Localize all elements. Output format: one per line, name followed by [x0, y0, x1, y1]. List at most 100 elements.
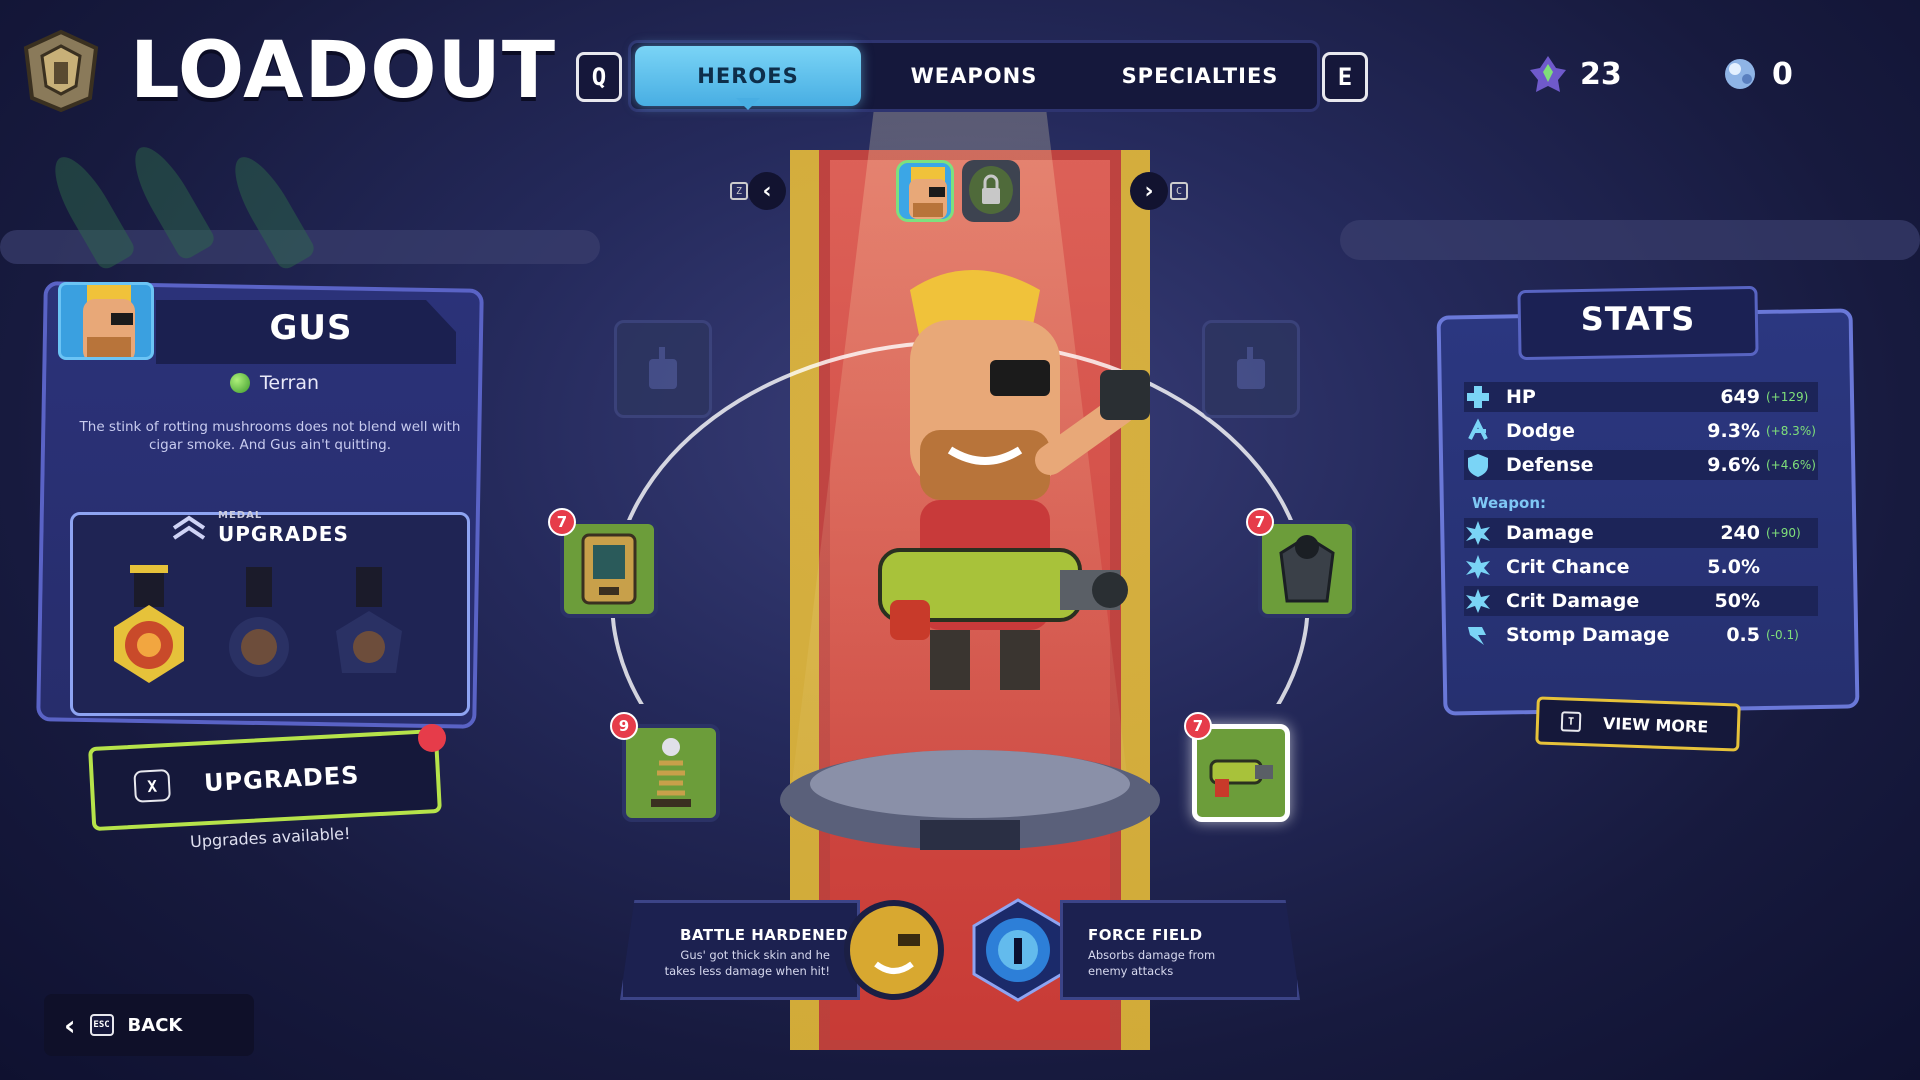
stat-label: Stomp Damage: [1506, 624, 1670, 646]
tab-specialties[interactable]: SPECIALTIES: [1087, 46, 1313, 106]
gus-portrait-icon: [83, 285, 135, 357]
prev-tab-key[interactable]: Q: [576, 52, 622, 102]
stat-bonus: (+129): [1766, 390, 1809, 404]
slot-level-badge: 7: [1246, 508, 1274, 536]
stat-bonus: (+4.6%): [1766, 458, 1816, 472]
slot-level-badge: 7: [548, 508, 576, 536]
stat-value: 9.6%: [1707, 454, 1760, 476]
stat-row-crit-damage: Crit Damage 50%: [1464, 586, 1818, 616]
locked-medal-icon[interactable]: [324, 565, 414, 685]
blaster-icon: [1209, 759, 1273, 797]
dodge-icon: [1468, 418, 1488, 440]
lock-icon: [969, 166, 1013, 214]
force-field-icon[interactable]: [966, 898, 1070, 1002]
view-more-label: VIEW MORE: [1602, 713, 1709, 736]
hero-name: GUS: [269, 308, 353, 348]
damage-burst-icon: [1466, 521, 1490, 545]
hero-portrait: [58, 282, 154, 360]
stat-bonus: (-0.1): [1766, 628, 1799, 642]
background-pipe: [1340, 220, 1920, 260]
upgrades-key: X: [133, 768, 171, 803]
stat-value: 0.5: [1726, 624, 1760, 646]
weapon-stats-heading: Weapon:: [1472, 494, 1547, 512]
page-title: LOADOUT: [130, 26, 557, 116]
equipment-slot-empty[interactable]: [1202, 320, 1300, 418]
view-more-button[interactable]: T VIEW MORE: [1535, 696, 1741, 752]
orb-currency-icon: [1725, 59, 1755, 89]
crit-burst-icon: [1466, 555, 1490, 579]
back-arrow-icon: ‹: [64, 1008, 76, 1042]
stomp-icon: [1468, 627, 1486, 645]
view-more-key: T: [1560, 711, 1582, 733]
currency-secondary: 0: [1720, 54, 1793, 94]
equipment-slot-device[interactable]: [560, 520, 658, 618]
stat-label: Dodge: [1506, 420, 1575, 442]
stat-value: 9.3%: [1707, 420, 1760, 442]
stats-title: STATS: [1580, 300, 1696, 338]
stat-row-stomp-damage: Stomp Damage 0.5 (-0.1): [1464, 620, 1818, 650]
notification-dot: [418, 724, 446, 752]
hero-thumb-gus[interactable]: [896, 160, 954, 222]
medal-upgrades-title: UPGRADES: [218, 522, 349, 546]
equipment-slot-armor[interactable]: [1258, 520, 1356, 618]
hero-race-label: Terran: [260, 372, 320, 394]
gus-face-icon: [909, 167, 947, 219]
stat-row-crit-chance: Crit Chance 5.0%: [1464, 552, 1818, 582]
stat-row-damage: Damage 240 (+90): [1464, 518, 1818, 548]
empty-slot-icon: [649, 347, 677, 389]
rank-chevron-icon: [172, 515, 206, 540]
loadout-helmet-icon: [23, 29, 99, 112]
empty-slot-icon: [1237, 347, 1265, 389]
stat-value: 649: [1720, 386, 1760, 408]
gold-medal-icon[interactable]: [104, 565, 194, 685]
next-hero-arrow-icon[interactable]: ›: [1130, 172, 1168, 210]
upgrades-button-label: UPGRADES: [203, 761, 361, 798]
terran-race-icon: [230, 373, 250, 393]
upgrades-button[interactable]: X UPGRADES: [88, 728, 442, 832]
device-icon: [581, 533, 637, 605]
prev-hero-arrow-icon[interactable]: ‹: [748, 172, 786, 210]
back-button[interactable]: ‹ ESC BACK: [44, 994, 254, 1056]
next-tab-key[interactable]: E: [1322, 52, 1368, 102]
stat-value: 5.0%: [1707, 556, 1760, 578]
hero-race: Terran: [230, 372, 319, 394]
stat-label: HP: [1506, 386, 1536, 408]
slot-level-badge: 7: [1184, 712, 1212, 740]
crystal-currency-icon: [1530, 56, 1566, 92]
stat-row-hp: HP 649 (+129): [1464, 382, 1818, 412]
locked-medal-icon[interactable]: [214, 565, 304, 685]
stat-label: Damage: [1506, 522, 1594, 544]
equipment-slot-spring[interactable]: [622, 724, 720, 822]
medal-caption: MEDAL: [218, 510, 263, 521]
hero-bio: The stink of rotting mushrooms does not …: [79, 419, 461, 454]
back-key: ESC: [89, 1014, 114, 1036]
stat-row-defense: Defense 9.6% (+4.6%): [1464, 450, 1818, 480]
next-hero-key[interactable]: C: [1170, 182, 1188, 200]
hero-thumb-locked[interactable]: [962, 160, 1020, 222]
stat-label: Defense: [1506, 454, 1594, 476]
stat-row-dodge: Dodge 9.3% (+8.3%): [1464, 416, 1818, 446]
ability-desc-battle-hardened: Gus' got thick skin and he takes less da…: [664, 948, 830, 978]
slot-level-badge: 9: [610, 712, 638, 740]
battle-hardened-icon[interactable]: [842, 898, 946, 1002]
stat-label: Crit Damage: [1506, 590, 1640, 612]
back-label: BACK: [127, 1014, 183, 1036]
stat-value: 50%: [1714, 590, 1760, 612]
crit-damage-icon: [1466, 589, 1490, 613]
ability-name-force-field: FORCE FIELD: [1088, 926, 1203, 944]
stats-panel: [1436, 308, 1860, 716]
tab-bar: HEROES WEAPONS SPECIALTIES: [628, 40, 1320, 112]
equipment-slot-blaster[interactable]: [1192, 724, 1290, 822]
ability-name-battle-hardened: BATTLE HARDENED: [680, 926, 849, 944]
upgrades-available-note: Upgrades available!: [189, 823, 351, 852]
health-cross-icon: [1467, 386, 1489, 408]
currency-primary: 23: [1528, 54, 1622, 94]
tab-heroes[interactable]: HEROES: [635, 46, 861, 110]
currency-secondary-amount: 0: [1772, 56, 1793, 92]
prev-hero-key[interactable]: Z: [730, 182, 748, 200]
shield-icon: [1468, 454, 1488, 477]
equipment-slot-empty[interactable]: [614, 320, 712, 418]
stat-bonus: (+90): [1766, 526, 1801, 540]
tab-weapons[interactable]: WEAPONS: [861, 46, 1087, 106]
armor-icon: [1279, 535, 1335, 603]
